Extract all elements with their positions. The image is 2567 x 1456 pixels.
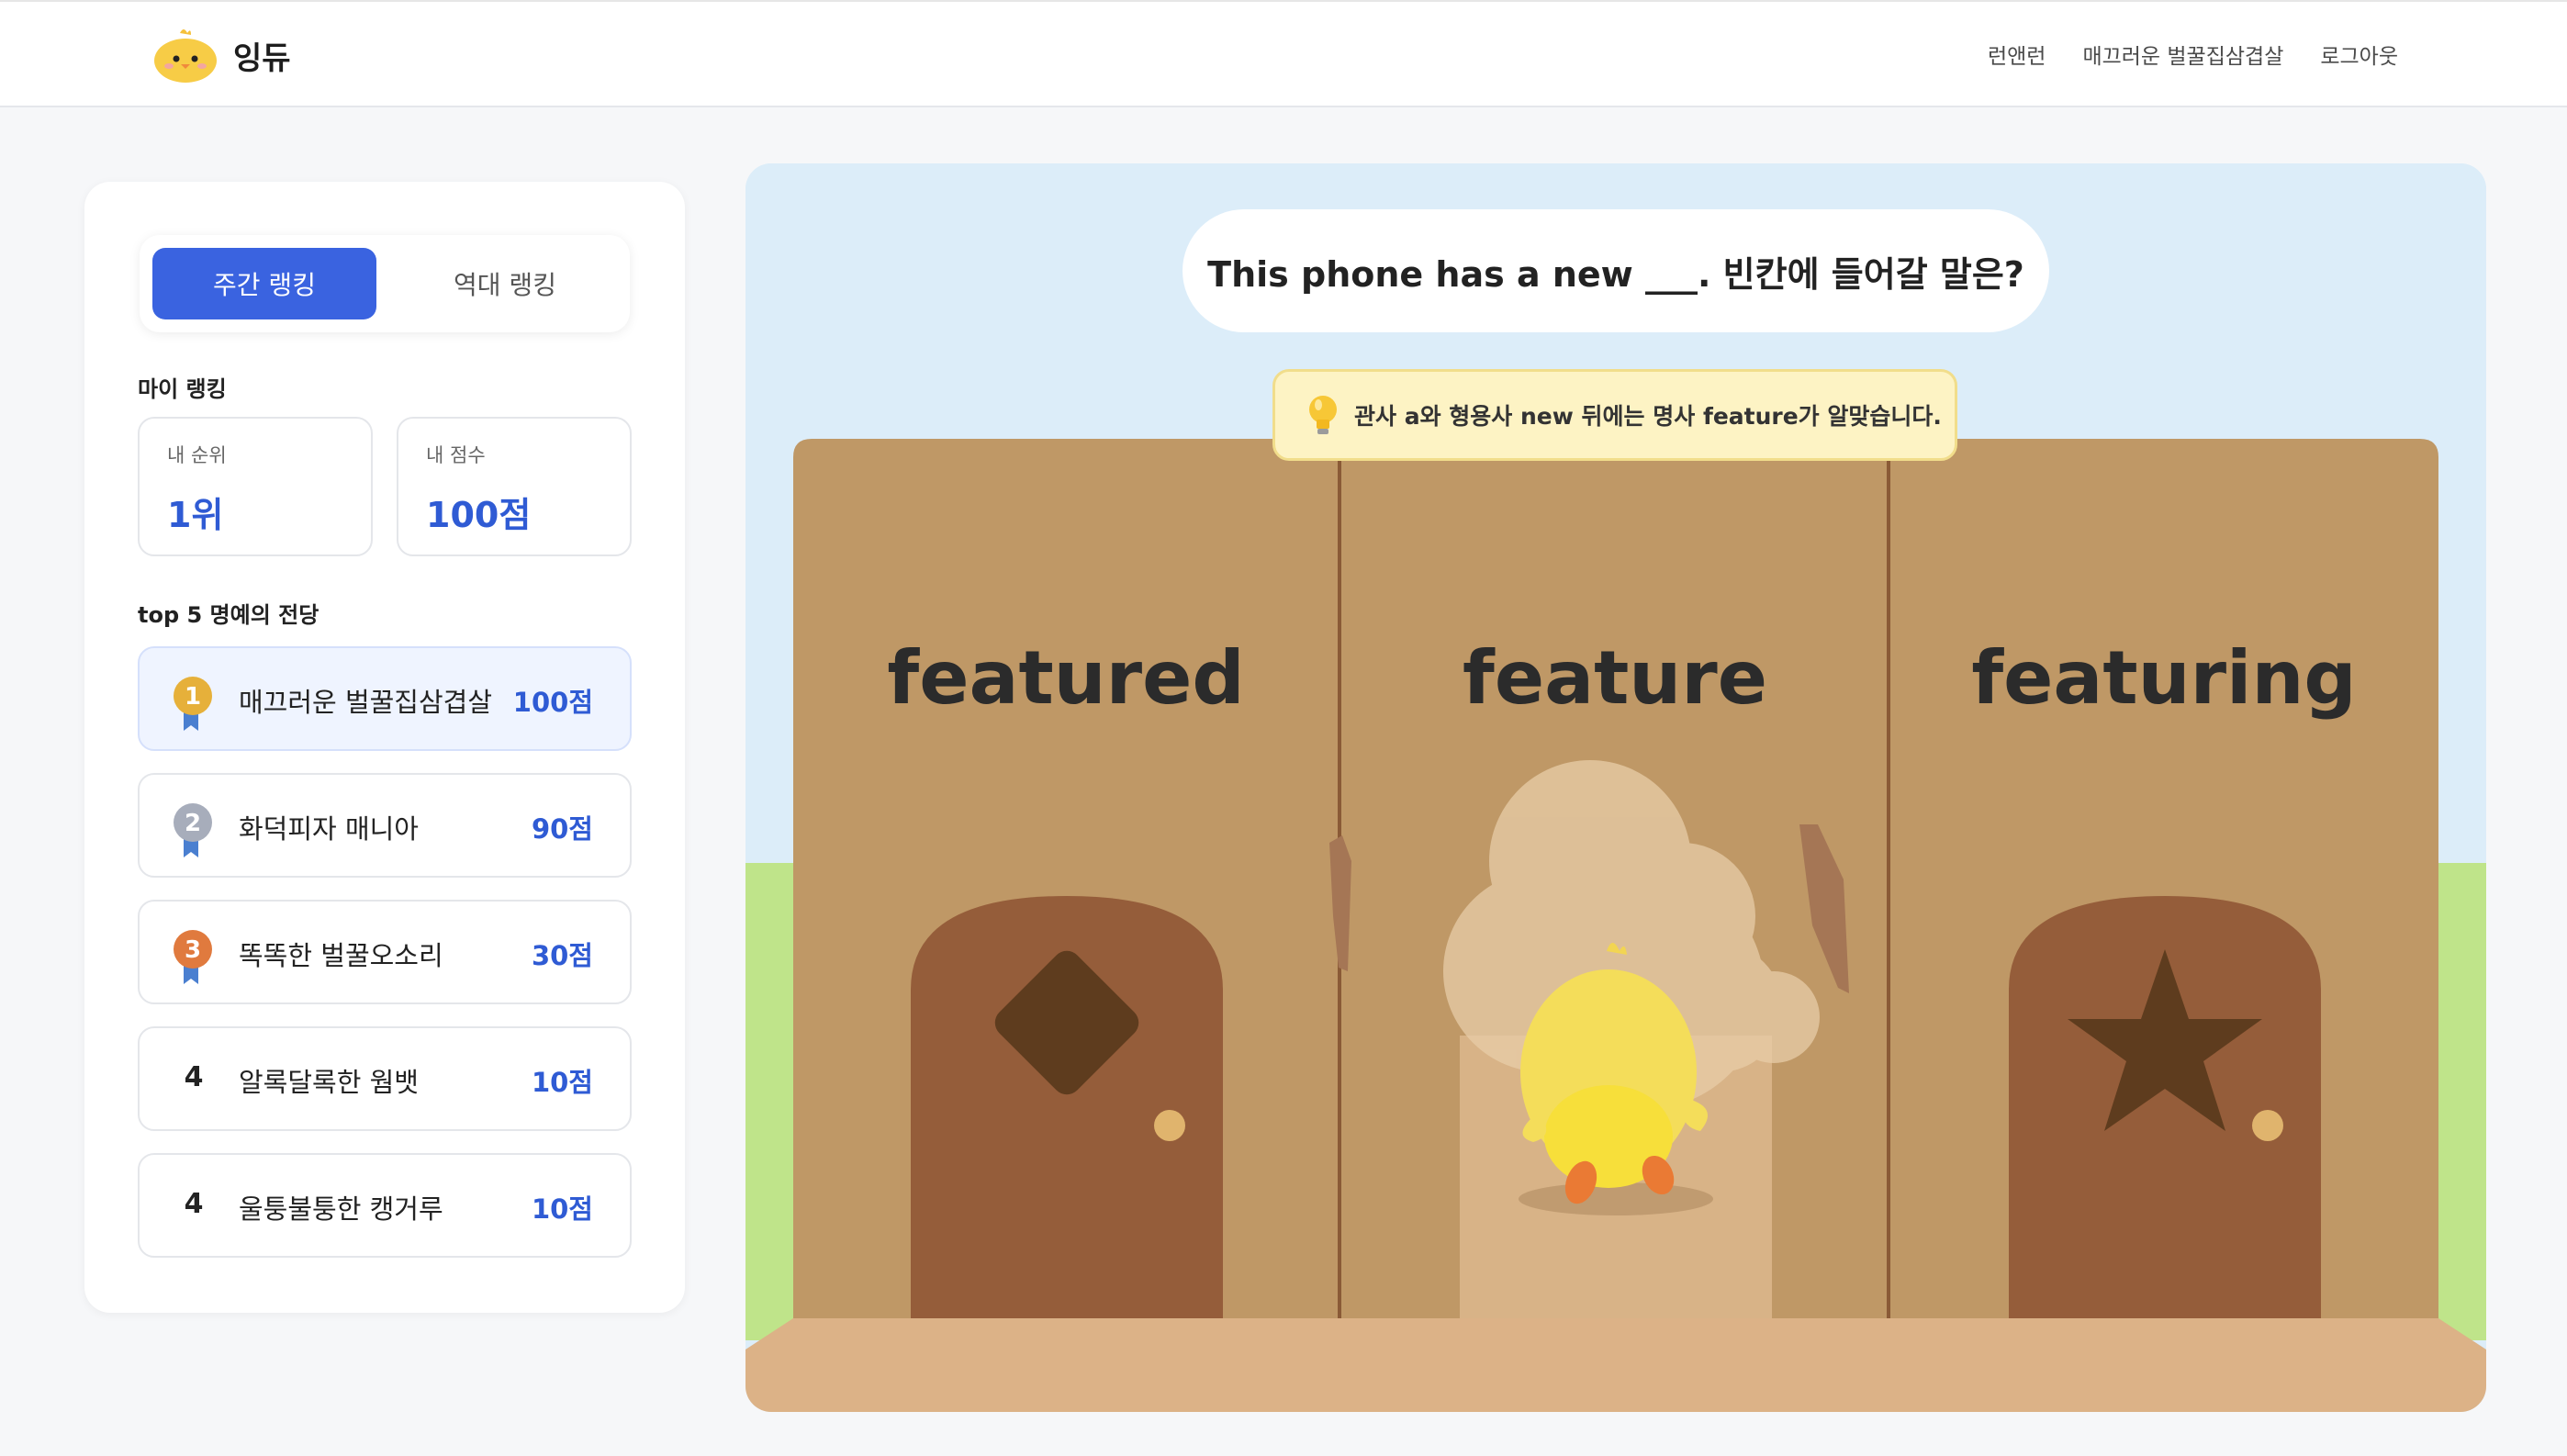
hint-text: 관사 a와 형용사 new 뒤에는 명사 feature가 알맞습니다. [1354, 403, 1942, 430]
svg-text:2: 2 [185, 810, 201, 837]
silver-medal-icon: 2 [174, 803, 212, 857]
ranking-panel: 주간 랭킹 역대 랭킹 마이 랭킹 내 순위 1위 내 점수 100점 top … [84, 182, 685, 1313]
my-score-value: 100점 [426, 495, 532, 535]
hint-box: 관사 a와 형용사 new 뒤에는 명사 feature가 알맞습니다. [1272, 369, 1957, 461]
grass-left [745, 863, 801, 1340]
floor [745, 1318, 2486, 1412]
leaderboard-row: 2 화덕피자 매니아 90점 [138, 773, 632, 878]
leaderboard-score: 10점 [531, 1067, 593, 1098]
question-bubble: This phone has a new ___. 빈칸에 들어갈 말은? [1183, 209, 2049, 332]
my-ranking-title: 마이 랭킹 [138, 376, 227, 402]
nav-logout[interactable]: 로그아웃 [2320, 39, 2398, 70]
leaderboard-rank: 4 [184, 1188, 204, 1220]
game-stage: This phone has a new ___. 빈칸에 들어갈 말은? 관사… [745, 163, 2486, 1412]
bronze-medal-icon: 3 [174, 930, 212, 984]
logo-text: 잉듀 [233, 39, 291, 77]
my-rank-value: 1위 [167, 495, 224, 535]
leaderboard-name: 알록달록한 웜뱃 [239, 1067, 419, 1098]
leaderboard-row: 3 똑똑한 벌꿀오소리 30점 [138, 900, 632, 1004]
nav-username[interactable]: 매끄러운 벌꿀집삼겹살 [2082, 39, 2283, 70]
leaderboard-score: 30점 [531, 940, 593, 971]
choice-feature[interactable]: feature [1340, 635, 1889, 721]
top-nav: 런앤런 매끄러운 벌꿀집삼겹살 로그아웃 [1988, 39, 2398, 70]
my-score-card: 내 점수 100점 [397, 417, 632, 556]
leaderboard-name: 울퉁불퉁한 캥거루 [239, 1193, 443, 1225]
leaderboard-score: 100점 [512, 687, 593, 718]
lightbulb-icon [1309, 396, 1337, 434]
my-rank-label: 내 순위 [167, 444, 227, 466]
svg-text:1: 1 [185, 683, 201, 711]
my-score-label: 내 점수 [426, 444, 486, 466]
game-scene [745, 163, 2486, 1412]
my-rank-card: 내 순위 1위 [138, 417, 373, 556]
logo[interactable]: 잉듀 [152, 26, 291, 84]
choice-featured[interactable]: featured [791, 635, 1340, 721]
leaderboard-row: 4 울퉁불퉁한 캥거루 10점 [138, 1153, 632, 1258]
tab-weekly-ranking[interactable]: 주간 랭킹 [152, 248, 376, 319]
leaderboard-row: 1 매끄러운 벌꿀집삼겹살 100점 [138, 646, 632, 751]
tab-alltime-ranking[interactable]: 역대 랭킹 [393, 248, 617, 319]
leaderboard-score: 90점 [531, 813, 593, 845]
leaderboard-score: 10점 [531, 1193, 593, 1225]
chick-logo-icon [154, 29, 217, 83]
leaderboard-name: 화덕피자 매니아 [239, 813, 419, 845]
top-header: 잉듀 런앤런 매끄러운 벌꿀집삼겹살 로그아웃 [0, 0, 2567, 107]
svg-text:3: 3 [185, 936, 201, 964]
hall-of-fame-title: top 5 명예의 전당 [138, 602, 319, 628]
grass-right [2431, 863, 2486, 1340]
ranking-tabs: 주간 랭킹 역대 랭킹 [140, 235, 630, 332]
leaderboard-name: 매끄러운 벌꿀집삼겹살 [239, 687, 493, 718]
gold-medal-icon: 1 [174, 677, 212, 731]
leaderboard-rank: 4 [184, 1061, 204, 1093]
choice-featuring[interactable]: featuring [1889, 635, 2438, 721]
nav-run-and-learn[interactable]: 런앤런 [1988, 39, 2046, 70]
leaderboard-name: 똑똑한 벌꿀오소리 [239, 940, 443, 971]
leaderboard-row: 4 알록달록한 웜뱃 10점 [138, 1026, 632, 1131]
